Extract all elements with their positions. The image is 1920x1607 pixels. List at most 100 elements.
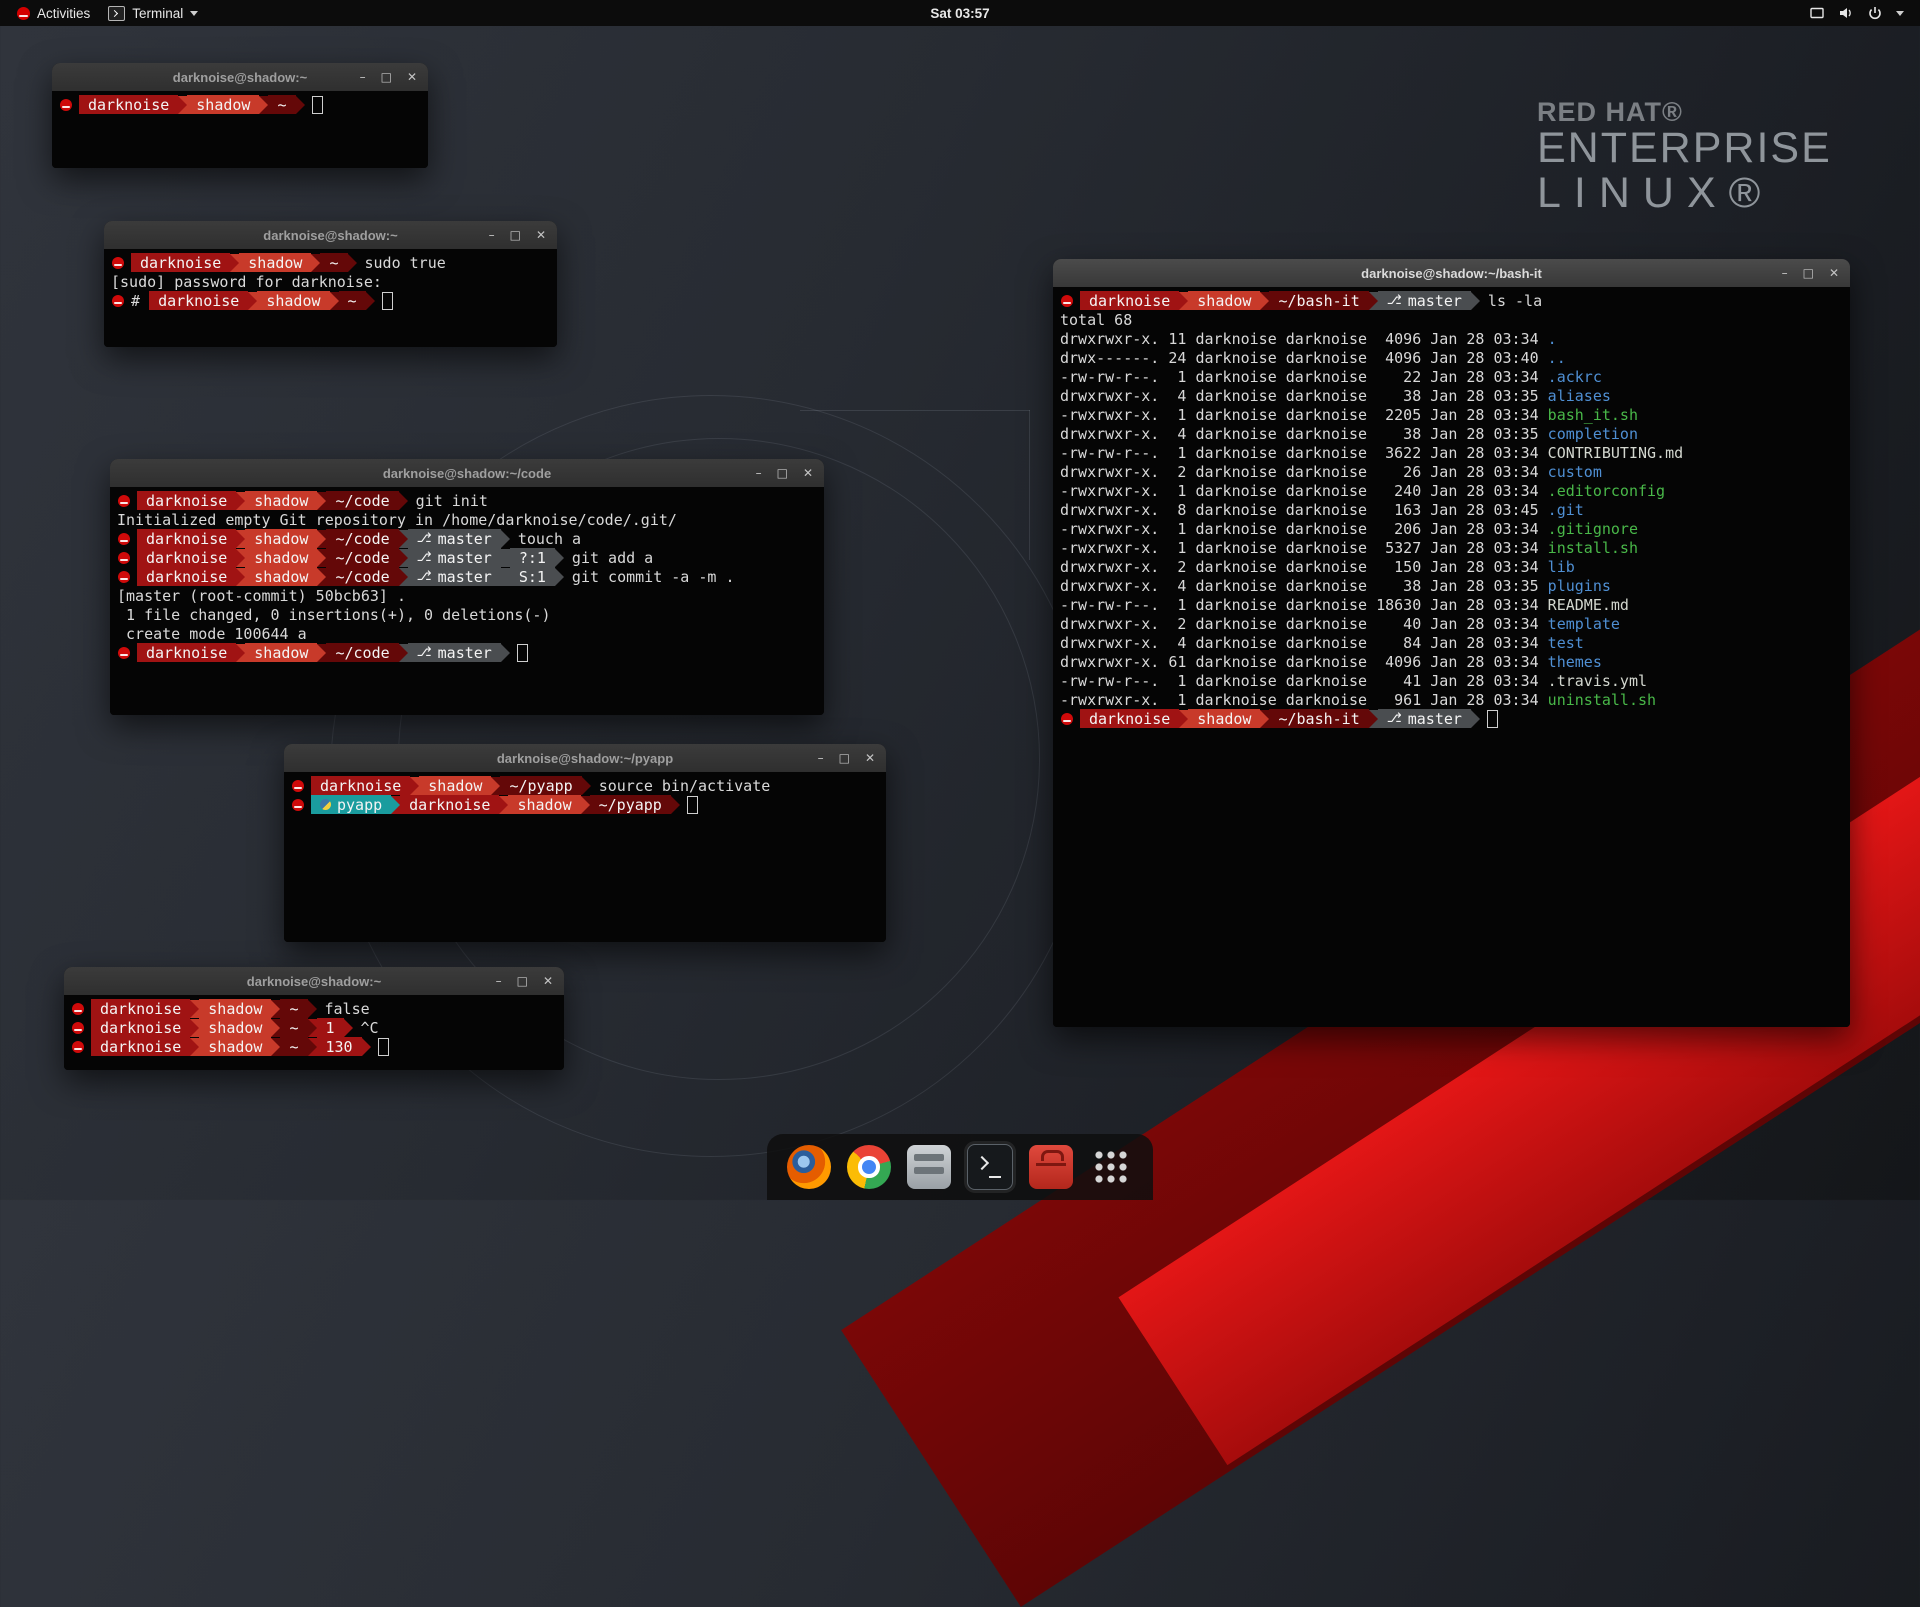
command-text: git init — [408, 492, 488, 510]
command-text: sudo true — [357, 254, 446, 272]
app-grid-icon[interactable] — [1089, 1145, 1133, 1189]
prompt-segment-user: darknoise — [91, 1018, 190, 1037]
output-text: [sudo] password for darknoise: — [111, 273, 391, 291]
close-button[interactable]: ✕ — [1829, 267, 1839, 279]
close-button[interactable]: ✕ — [865, 752, 875, 764]
terminal-window-code[interactable]: darknoise@shadow:~/code – □ ✕ darknoises… — [110, 459, 824, 715]
powerline-separator — [410, 777, 419, 795]
close-button[interactable]: ✕ — [407, 71, 417, 83]
titlebar[interactable]: darknoise@shadow:~/code – □ ✕ — [110, 459, 824, 488]
close-button[interactable]: ✕ — [543, 975, 553, 987]
prompt-segment-user: darknoise — [137, 491, 236, 510]
terminal-window-home-2[interactable]: darknoise@shadow:~ – □ ✕ darknoiseshadow… — [64, 967, 564, 1070]
terminal-line: darknoiseshadow~ — [59, 95, 421, 114]
terminal-content[interactable]: darknoiseshadow~/codegit initInitialized… — [110, 487, 824, 715]
terminal-content[interactable]: darknoiseshadow~sudo true[sudo] password… — [104, 249, 557, 347]
volume-icon[interactable] — [1838, 5, 1854, 21]
terminal-icon[interactable] — [967, 1144, 1013, 1190]
power-icon[interactable] — [1867, 5, 1883, 21]
maximize-button[interactable]: □ — [777, 467, 788, 479]
terminal-cursor — [517, 644, 528, 662]
redhat-icon — [60, 99, 72, 111]
terminal-cursor — [687, 796, 698, 814]
powerline-separator — [1260, 292, 1269, 310]
minimize-button[interactable]: – — [489, 229, 495, 241]
window-title: darknoise@shadow:~ — [263, 228, 397, 243]
output-text: -rw-rw-r--. 1 darknoise darknoise 22 Jan… — [1060, 368, 1548, 386]
terminal-app-icon — [108, 6, 125, 21]
powerline-separator — [317, 549, 326, 567]
terminal-content[interactable]: darknoiseshadow~/bash-it⎇masterls -latot… — [1053, 287, 1850, 1027]
terminal-window-bash-it[interactable]: darknoise@shadow:~/bash-it – □ ✕ darknoi… — [1053, 259, 1850, 1027]
minimize-button[interactable]: – — [496, 975, 502, 987]
powerline-separator — [344, 1019, 353, 1037]
firefox-icon[interactable] — [787, 1145, 831, 1189]
activities-button[interactable]: Activities — [8, 0, 99, 26]
powerline-separator — [391, 796, 400, 814]
output-text: -rwxrwxr-x. 1 darknoise darknoise 5327 J… — [1060, 539, 1548, 557]
titlebar[interactable]: darknoise@shadow:~ – □ ✕ — [104, 221, 557, 250]
wallpaper-line — [1029, 410, 1030, 560]
titlebar[interactable]: darknoise@shadow:~ – □ ✕ — [52, 63, 428, 92]
maximize-button[interactable]: □ — [381, 71, 392, 83]
display-icon[interactable] — [1809, 5, 1825, 21]
minimize-button[interactable]: – — [818, 752, 824, 764]
maximize-button[interactable]: □ — [839, 752, 850, 764]
redhat-icon — [112, 295, 124, 307]
chrome-icon[interactable] — [847, 1145, 891, 1189]
prompt-segment-user: darknoise — [149, 291, 248, 310]
prompt-segment-path: ~/bash-it — [1269, 291, 1368, 310]
prompt-segment-path: ~/code — [326, 643, 398, 662]
activities-label: Activities — [37, 6, 90, 21]
powerline-separator — [399, 644, 408, 662]
maximize-button[interactable]: □ — [1803, 267, 1814, 279]
terminal-window-pyapp[interactable]: darknoise@shadow:~/pyapp – □ ✕ darknoise… — [284, 744, 886, 942]
titlebar[interactable]: darknoise@shadow:~/pyapp – □ ✕ — [284, 744, 886, 773]
minimize-button[interactable]: – — [756, 467, 762, 479]
terminal-content[interactable]: darknoiseshadow~/pyappsource bin/activat… — [284, 772, 886, 942]
powerline-separator — [317, 568, 326, 586]
terminal-window-sudo[interactable]: darknoise@shadow:~ – □ ✕ darknoiseshadow… — [104, 221, 557, 347]
prompt-segment-host: shadow — [508, 795, 580, 814]
system-status-area[interactable] — [1809, 0, 1912, 26]
clock[interactable]: Sat 03:57 — [930, 6, 989, 21]
minimize-button[interactable]: – — [1782, 267, 1788, 279]
redhat-icon — [118, 533, 130, 545]
chevron-down-icon — [190, 11, 198, 16]
minimize-button[interactable]: – — [360, 71, 366, 83]
file-name: test — [1548, 634, 1584, 652]
prompt-segment-user: darknoise — [91, 999, 190, 1018]
close-button[interactable]: ✕ — [536, 229, 546, 241]
branch-icon: ⎇ — [417, 645, 432, 660]
files-icon[interactable] — [907, 1145, 951, 1189]
maximize-button[interactable]: □ — [517, 975, 528, 987]
powerline-separator — [271, 1038, 280, 1056]
command-text: touch a — [510, 530, 581, 548]
powerline-separator — [311, 254, 320, 272]
branch-icon: ⎇ — [417, 550, 432, 565]
redhat-icon — [1061, 713, 1073, 725]
prompt-segment-host: shadow — [1188, 291, 1260, 310]
terminal-window-home-1[interactable]: darknoise@shadow:~ – □ ✕ darknoiseshadow… — [52, 63, 428, 168]
terminal-line: darknoiseshadow~/bash-it⎇masterls -la — [1060, 291, 1843, 310]
maximize-button[interactable]: □ — [510, 229, 521, 241]
terminal-line: -rwxrwxr-x. 1 darknoise darknoise 206 Ja… — [1060, 519, 1843, 538]
titlebar[interactable]: darknoise@shadow:~ – □ ✕ — [64, 967, 564, 996]
prompt-segment-host: shadow — [419, 776, 491, 795]
window-title: darknoise@shadow:~/pyapp — [497, 751, 673, 766]
output-text: drwxrwxr-x. 4 darknoise darknoise 38 Jan… — [1060, 387, 1548, 405]
powerline-separator — [271, 1019, 280, 1037]
terminal-content[interactable]: darknoiseshadow~ — [52, 91, 428, 168]
output-text: Initialized empty Git repository in /hom… — [117, 511, 677, 529]
output-text: -rwxrwxr-x. 1 darknoise darknoise 206 Ja… — [1060, 520, 1548, 538]
terminal-content[interactable]: darknoiseshadow~falsedarknoiseshadow~1^C… — [64, 995, 564, 1070]
toolbox-icon[interactable] — [1029, 1145, 1073, 1189]
command-text: git commit -a -m . — [564, 568, 735, 586]
app-menu-button[interactable]: Terminal — [99, 0, 207, 26]
titlebar[interactable]: darknoise@shadow:~/bash-it – □ ✕ — [1053, 259, 1850, 288]
close-button[interactable]: ✕ — [803, 467, 813, 479]
output-text: -rw-rw-r--. 1 darknoise darknoise 3622 J… — [1060, 444, 1548, 462]
file-name: .travis.yml — [1548, 672, 1647, 690]
prompt-segment-exit: 1 — [317, 1018, 344, 1037]
powerline-separator — [501, 549, 510, 567]
